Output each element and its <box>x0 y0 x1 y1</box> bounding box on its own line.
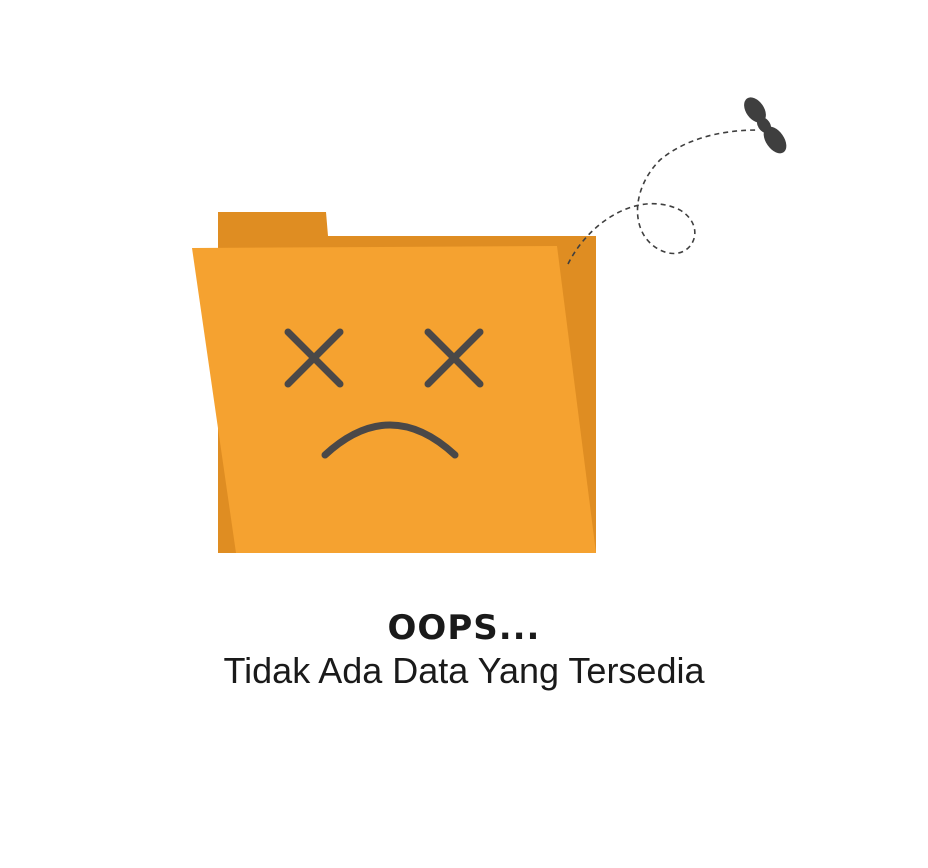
folder-front-panel <box>192 246 596 553</box>
sad-folder-illustration <box>192 97 787 553</box>
fly-icon <box>744 97 787 154</box>
folder-tab <box>218 212 328 236</box>
empty-state-title: OOPS... <box>387 608 541 648</box>
flight-path-line <box>567 129 759 265</box>
empty-state-message: Tidak Ada Data Yang Tersedia <box>223 650 705 691</box>
folder-icon <box>192 212 596 553</box>
